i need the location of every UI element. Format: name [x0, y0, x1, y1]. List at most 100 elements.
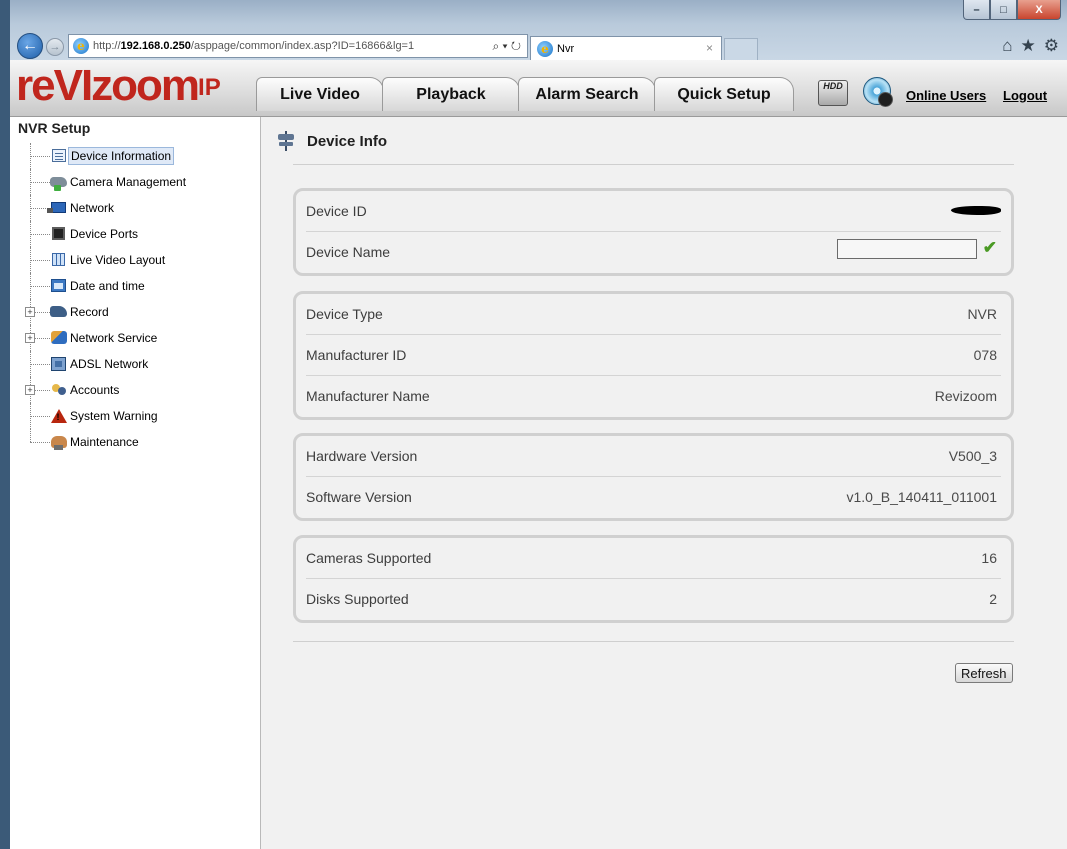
manufacturer-group: Device Type NVR Manufacturer ID 078 Manu… — [293, 291, 1014, 420]
address-tools[interactable]: ⌕ ▾ ↻ — [492, 39, 521, 54]
port-icon — [50, 226, 67, 241]
favorites-star-icon[interactable]: ★ — [1021, 36, 1036, 56]
sidebar-item-camera-management[interactable]: Camera Management — [10, 169, 260, 195]
tab-close-icon[interactable]: × — [706, 41, 713, 55]
sidebar-item-accounts[interactable]: + Accounts — [10, 377, 260, 403]
camera-icon — [50, 174, 67, 191]
forward-button[interactable]: → — [46, 38, 64, 56]
sidebar-item-label: Device Ports — [70, 227, 139, 241]
sidebar-item-live-video-layout[interactable]: Live Video Layout — [10, 247, 260, 273]
row-device-type: Device Type NVR — [306, 294, 1001, 335]
row-software-version: Software Version v1.0_B_140411_011001 — [306, 477, 1001, 518]
revizoom-logo: reVIzoomIP — [16, 61, 221, 110]
field-label: Manufacturer ID — [306, 347, 407, 363]
logout-link[interactable]: Logout — [1003, 88, 1047, 103]
tab-quick-setup[interactable]: Quick Setup — [654, 77, 794, 111]
sidebar-item-date-and-time[interactable]: Date and time — [10, 273, 260, 299]
sidebar-item-label: Maintenance — [70, 435, 139, 449]
sidebar-item-label: Device Information — [68, 147, 175, 165]
nvr-setup-sidebar: NVR Setup Device Information Camera Mana… — [10, 117, 261, 849]
sidebar-item-label: System Warning — [70, 409, 158, 423]
minimize-button[interactable]: – — [963, 0, 990, 20]
sidebar-item-network[interactable]: Network — [10, 195, 260, 221]
calendar-icon — [50, 278, 67, 293]
settings-gear-icon[interactable]: ⚙ — [1044, 36, 1059, 56]
signpost-icon — [277, 131, 295, 151]
confirm-check-icon[interactable]: ✔ — [983, 238, 997, 258]
field-value: 078 — [973, 347, 997, 363]
network-icon — [47, 200, 67, 215]
document-icon — [50, 148, 67, 163]
sidebar-item-label: Camera Management — [70, 175, 187, 189]
row-device-name: Device Name ✔ — [306, 232, 1001, 273]
setup-tree: Device Information Camera Management Net… — [10, 143, 260, 455]
row-manufacturer-id: Manufacturer ID 078 — [306, 335, 1001, 376]
sidebar-item-record[interactable]: + Record — [10, 299, 260, 325]
tab-playback[interactable]: Playback — [382, 77, 520, 111]
accounts-icon — [50, 382, 67, 397]
new-tab-button[interactable] — [724, 38, 758, 60]
address-bar[interactable]: e http:// 192.168.0.250 /asppage/common/… — [68, 34, 528, 58]
row-disks-supported: Disks Supported 2 — [306, 579, 1001, 620]
url-path: /asppage/common/index.asp?ID=16866&lg=1 — [190, 40, 415, 52]
device-id-redacted-value — [951, 206, 1001, 215]
refresh-button[interactable]: Refresh — [955, 663, 1013, 683]
field-label: Manufacturer Name — [306, 388, 430, 404]
sidebar-item-label: Accounts — [70, 383, 120, 397]
field-value: NVR — [967, 306, 997, 322]
sidebar-item-maintenance[interactable]: Maintenance — [10, 429, 260, 455]
device-name-input[interactable] — [837, 239, 977, 259]
field-label: Hardware Version — [306, 448, 418, 464]
version-group: Hardware Version V500_3 Software Version… — [293, 433, 1014, 521]
sidebar-item-system-warning[interactable]: System Warning — [10, 403, 260, 429]
tab-ie-icon: e — [537, 40, 553, 57]
close-window-button[interactable]: X — [1017, 0, 1061, 20]
field-label: Cameras Supported — [306, 550, 432, 566]
tab-live-video[interactable]: Live Video — [256, 77, 384, 111]
row-manufacturer-name: Manufacturer Name Revizoom — [306, 376, 1001, 417]
back-button[interactable]: ← — [17, 33, 43, 59]
online-users-link[interactable]: Online Users — [906, 88, 986, 103]
layout-icon — [50, 252, 67, 267]
desktop-edge — [0, 0, 10, 849]
bottom-divider — [293, 641, 1014, 642]
title-divider — [293, 164, 1014, 165]
row-hardware-version: Hardware Version V500_3 — [306, 436, 1001, 477]
sidebar-item-label: Live Video Layout — [70, 253, 166, 267]
row-device-id: Device ID — [306, 191, 1001, 232]
hdd-status-icon[interactable]: HDD — [818, 80, 848, 106]
sidebar-item-device-ports[interactable]: Device Ports — [10, 221, 260, 247]
field-label: Software Version — [306, 489, 412, 505]
field-value: V500_3 — [948, 448, 997, 464]
home-icon[interactable]: ⌂ — [1002, 36, 1012, 56]
maximize-button[interactable]: □ — [990, 0, 1017, 20]
disc-record-icon[interactable] — [863, 77, 893, 107]
sidebar-item-network-service[interactable]: + Network Service — [10, 325, 260, 351]
window-controls: – □ X — [963, 0, 1061, 20]
app-header: reVIzoomIP Live Video Playback Alarm Sea… — [10, 60, 1067, 117]
url-scheme: http:// — [93, 40, 121, 52]
expand-accounts-icon[interactable]: + — [25, 385, 35, 395]
row-cameras-supported: Cameras Supported 16 — [306, 538, 1001, 579]
sidebar-item-label: Network — [70, 201, 115, 215]
field-label: Device Name — [306, 244, 391, 260]
expand-network-service-icon[interactable]: + — [25, 333, 35, 343]
field-value: 16 — [981, 550, 997, 566]
browser-tab-nvr[interactable]: e Nvr × — [530, 36, 722, 60]
device-info-panel: Device Info Device ID Device Name ✔ Devi… — [261, 117, 1067, 849]
field-label: Device ID — [306, 203, 367, 219]
tab-title: Nvr — [557, 42, 575, 55]
sidebar-item-adsl-network[interactable]: ADSL Network — [10, 351, 260, 377]
page-title: Device Info — [307, 132, 388, 150]
sidebar-item-device-information[interactable]: Device Information — [10, 143, 260, 169]
sidebar-item-label: Record — [70, 305, 109, 319]
tab-alarm-search[interactable]: Alarm Search — [518, 77, 656, 111]
browser-title-bar: – □ X ← → e http:// 192.168.0.250 /asppa… — [0, 0, 1067, 60]
field-value: 2 — [989, 591, 997, 607]
sidebar-item-label: Date and time — [70, 279, 145, 293]
sidebar-title: NVR Setup — [18, 120, 91, 136]
sidebar-item-label: Network Service — [70, 331, 158, 345]
expand-record-icon[interactable]: + — [25, 307, 35, 317]
browser-toolbar-right: ⌂ ★ ⚙ — [1002, 36, 1059, 56]
capacity-group: Cameras Supported 16 Disks Supported 2 — [293, 535, 1014, 623]
